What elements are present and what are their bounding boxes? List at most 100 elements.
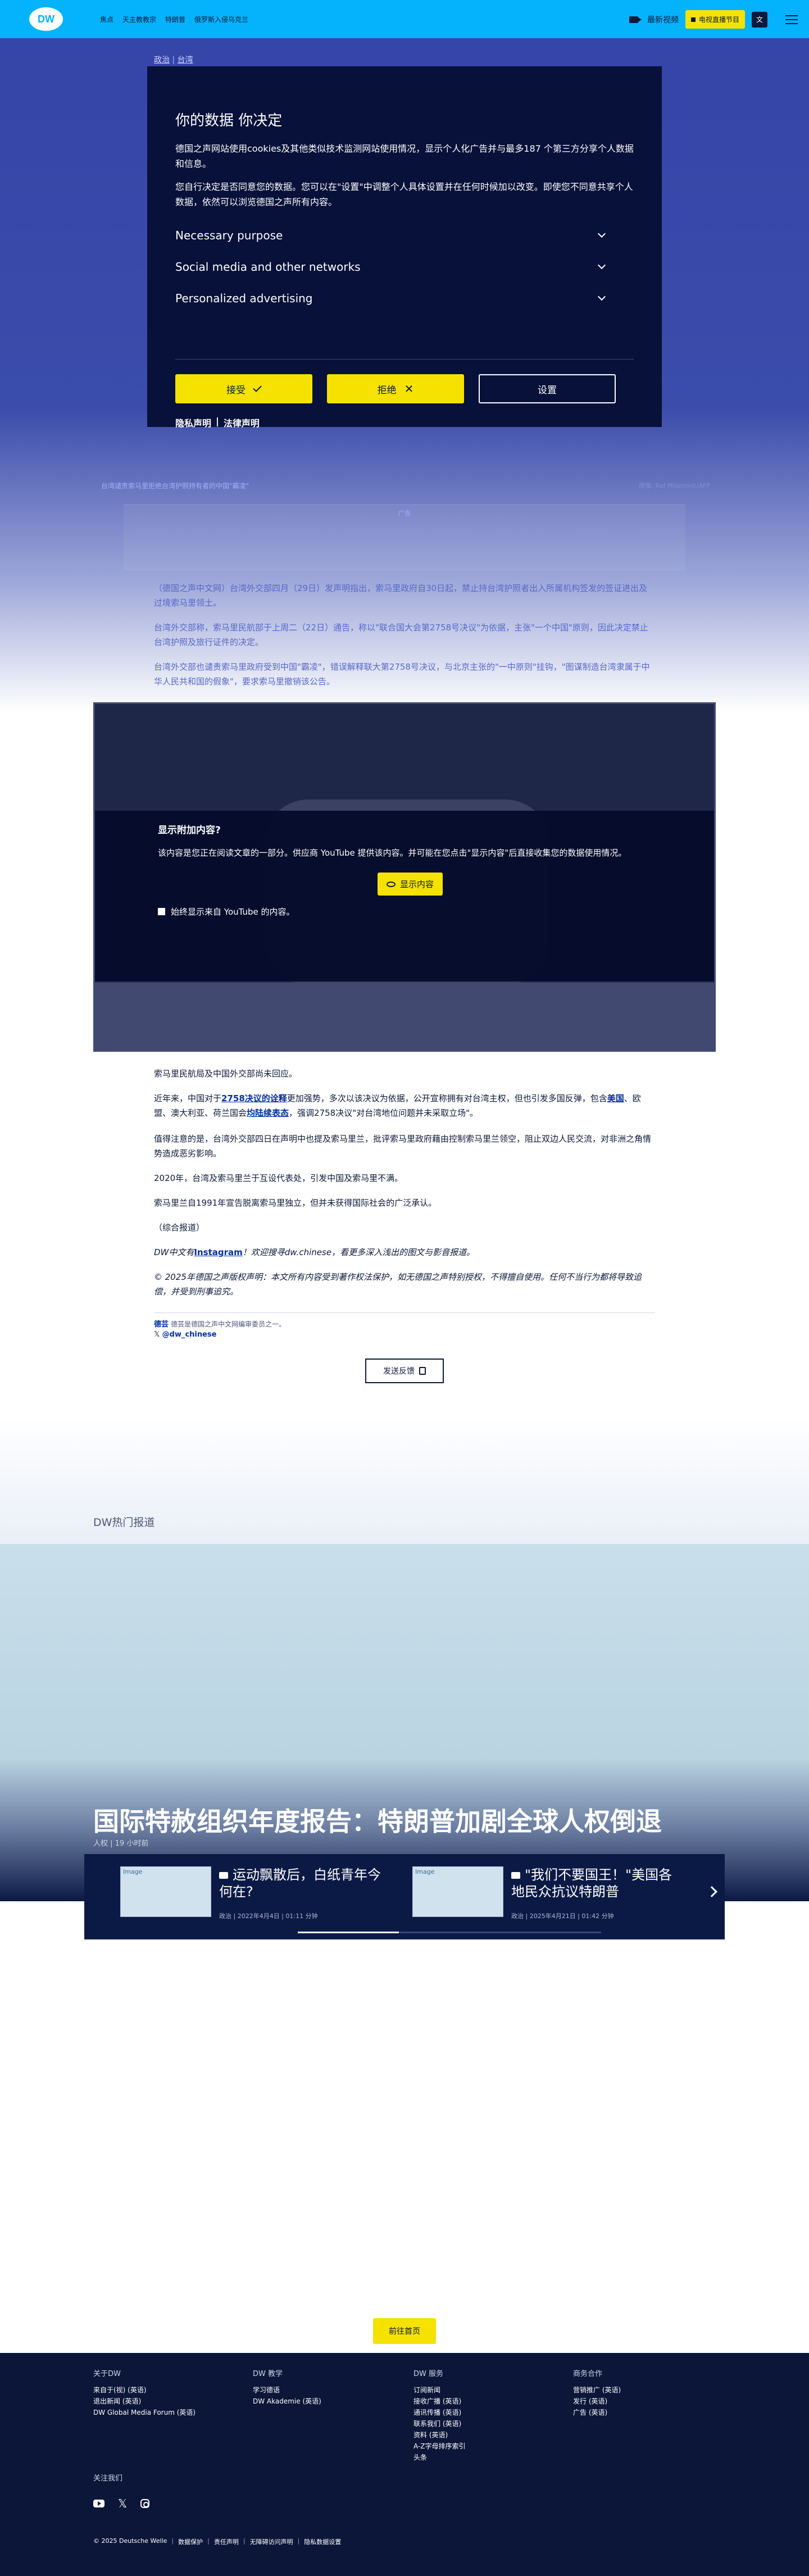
- breadcrumb-politics[interactable]: 政治: [154, 56, 170, 65]
- footer-col-title: DW 服务: [413, 2370, 443, 2378]
- consent-buttons: 接受 拒绝 ✕ 设置: [175, 374, 634, 403]
- notice-text: 该内容是您正在阅读文章的一部分。供应商 YouTube 提供该内容。并可能在您点…: [158, 848, 627, 858]
- copyright-notice: © 2025年德国之声版权声明：本文所有内容受到著作权法保护，如无德国之声特别授…: [154, 1272, 642, 1297]
- show-content-button[interactable]: 显示内容: [378, 873, 443, 896]
- footer-col-services: DW 服务 订阅新闻 接收广播 (英语) 通讯传播 (英语) 联系我们 (英语)…: [413, 2369, 466, 2463]
- footer-col-about: 关于DW 来自于(视) (英语) 退出新闻 (英语) DW Global Med…: [93, 2369, 196, 2418]
- always-show-label: 始终显示来自 YouTube 的内容。: [171, 907, 295, 917]
- nav-item-focus[interactable]: 焦点: [100, 15, 113, 24]
- footer-link[interactable]: 广告 (英语): [573, 2407, 621, 2418]
- footer-link[interactable]: DW Global Media Forum (英语): [93, 2407, 196, 2418]
- accordion-social[interactable]: Social media and other networks: [175, 251, 634, 283]
- hot-section-title: DW热门报道: [93, 1516, 155, 1529]
- video-camera-icon: [629, 16, 642, 23]
- card-meta: 政治 | 2022年4月4日 | 01:11 分钟: [219, 1912, 318, 1920]
- footer-legal-link[interactable]: 无障碍访问声明: [250, 2537, 293, 2546]
- follow-us-label: 关注我们: [93, 2474, 123, 2483]
- nav-item-trump[interactable]: 特朗普: [165, 15, 185, 24]
- nav-item-ukraine[interactable]: 俄罗斯入侵乌克兰: [194, 15, 248, 24]
- consent-links: 隐私声明 | 法律声明: [175, 416, 634, 429]
- go-home-button[interactable]: 前往首页: [373, 2318, 436, 2344]
- nav-item-pope[interactable]: 天主教教宗: [122, 15, 156, 24]
- x-icon[interactable]: 𝕏: [118, 2497, 127, 2510]
- card-title: "我们不要国王！"美国各地民众抗议特朗普: [511, 1867, 672, 1900]
- youtube-icon[interactable]: [93, 2500, 104, 2507]
- breadcrumb-taiwan[interactable]: 台湾: [178, 56, 193, 65]
- footer-link[interactable]: 通讯传播 (英语): [413, 2407, 466, 2418]
- settings-label: 设置: [538, 384, 557, 396]
- logo-text: DW: [38, 13, 54, 25]
- chevron-right-icon[interactable]: [706, 1886, 717, 1897]
- footer-link[interactable]: 来自于(视) (英语): [93, 2384, 196, 2396]
- copyright: © 2025 Deutsche Welle: [93, 2537, 167, 2545]
- send-feedback-button[interactable]: 发送反馈: [365, 1359, 444, 1383]
- social-links: 𝕏: [93, 2497, 150, 2510]
- footer-link[interactable]: 退出新闻 (英语): [93, 2396, 196, 2407]
- footer-link[interactable]: 订阅新闻: [413, 2384, 466, 2396]
- article-paragraph: （德国之声中文网）台湾外交部四月（29日）发声明指出，索马里政府自30日起，禁止…: [154, 583, 648, 608]
- dw-logo[interactable]: DW: [29, 7, 63, 31]
- footer-legal-link[interactable]: 责任声明: [214, 2537, 239, 2546]
- reject-label: 拒绝: [377, 384, 397, 396]
- carousel-card[interactable]: Image 运动飘散后，白纸青年今何在? 政治 | 2022年4月4日 | 01…: [120, 1866, 401, 1920]
- footer-col-learning: DW 教学 学习德语 DW Akademie (英语): [253, 2369, 321, 2407]
- close-icon: ✕: [404, 382, 414, 396]
- footer-link[interactable]: 发行 (英语): [573, 2396, 621, 2407]
- live-dot-icon: [690, 17, 696, 22]
- privacy-link[interactable]: 隐私声明: [175, 416, 211, 429]
- accept-button[interactable]: 接受: [175, 374, 312, 403]
- footer-legal: © 2025 Deutsche Welle | 数据保护 | 责任声明 | 无障碍访问…: [93, 2537, 342, 2546]
- checkbox-icon: [158, 908, 165, 915]
- card-thumbnail: Image: [120, 1866, 211, 1917]
- article-paragraph: DW中文有Instagram！欢迎搜寻dw.chinese，看更多深入浅出的图文…: [154, 1247, 475, 1257]
- footer-col-title: 关于DW: [93, 2370, 121, 2378]
- consent-text: 您自行决定是否同意您的数据。您可以在"设置"中调整个人具体设置并在任何时候加以改…: [175, 181, 633, 207]
- tv-live-button[interactable]: 电视直播节目: [685, 10, 745, 29]
- latest-video-link[interactable]: 最新视频: [647, 14, 679, 25]
- image-credit: 图像: Raf Milanovic/AFP: [639, 482, 710, 489]
- instagram-link[interactable]: Instagram: [194, 1247, 242, 1257]
- language-button[interactable]: 文: [752, 11, 767, 28]
- footer-legal-link[interactable]: 数据保护: [178, 2537, 203, 2546]
- footer-col-title: DW 教学: [253, 2370, 283, 2378]
- article-paragraph: （综合报道）: [154, 1223, 205, 1233]
- link-statements[interactable]: 均陆续表态: [247, 1108, 289, 1118]
- always-show-checkbox[interactable]: 始终显示来自 YouTube 的内容。: [158, 906, 651, 917]
- footer-legal-link[interactable]: 隐私数据设置: [304, 2537, 341, 2546]
- article-paragraph: 台湾外交部也谴责索马里政府受到中国"霸凌"，错误解释联大第2758号决议，与北京…: [154, 662, 650, 687]
- card-title: 运动飘散后，白纸青年今何在?: [219, 1867, 381, 1900]
- footer-link[interactable]: 学习德语: [253, 2384, 321, 2396]
- footer-link[interactable]: 联系我们 (英语): [413, 2418, 466, 2429]
- reject-button[interactable]: 拒绝 ✕: [327, 374, 464, 403]
- breadcrumb: 政治 | 台湾: [154, 56, 193, 65]
- legal-link[interactable]: 法律声明: [224, 416, 260, 429]
- blurred-video-bottom: [95, 983, 714, 1050]
- article-paragraph: 2020年，台湾及索马里兰于互设代表处，引发中国及索马里不满。: [154, 1173, 403, 1183]
- carousel-card[interactable]: Image "我们不要国王！"美国各地民众抗议特朗普 政治 | 2025年4月2…: [412, 1866, 693, 1920]
- ad-label: 广告: [398, 510, 411, 517]
- footer-link[interactable]: 资料 (英语): [413, 2429, 466, 2441]
- author-name[interactable]: 德芸: [154, 1320, 169, 1329]
- accordion-necessary[interactable]: Necessary purpose: [175, 220, 634, 251]
- footer-link[interactable]: A-Z字母排序索引: [413, 2441, 466, 2452]
- author-handle[interactable]: @dw_chinese: [162, 1330, 217, 1339]
- consent-text: 德国之声网站使用cookies及其他类似技术监测网站使用情况，显示个人化广告并与…: [175, 143, 634, 169]
- menu-icon[interactable]: [785, 15, 798, 24]
- footer-link[interactable]: 接收广播 (英语): [413, 2396, 466, 2407]
- author-box: 德芸 德芸是德国之声中文网编审委员之一。 𝕏 @dw_chinese: [154, 1319, 285, 1340]
- footer-link[interactable]: 营销推广 (英语): [573, 2384, 621, 2396]
- hero-headline[interactable]: 国际特赦组织年度报告：特朗普加剧全球人权倒退: [93, 1801, 662, 1838]
- instagram-icon[interactable]: [140, 2499, 150, 2508]
- link-2758[interactable]: 2758决议的诠释: [221, 1093, 287, 1103]
- footer-link[interactable]: 头条: [413, 2452, 466, 2463]
- divider: [154, 1312, 655, 1313]
- footer-link[interactable]: DW Akademie (英语): [253, 2396, 321, 2407]
- settings-button[interactable]: 设置: [479, 374, 616, 403]
- link-usa[interactable]: 美国: [607, 1093, 624, 1103]
- card-meta: 政治 | 2025年4月21日 | 01:42 分钟: [511, 1912, 614, 1920]
- author-desc: 德芸是德国之声中文网编审委员之一。: [171, 1320, 286, 1328]
- x-logo-icon: 𝕏: [154, 1330, 160, 1339]
- consent-dialog: 你的数据 你决定 德国之声网站使用cookies及其他类似技术监测网站使用情况，…: [147, 66, 662, 429]
- article-paragraph: 台湾外交部称，索马里民航部于上周二（22日）通告，称以"联合国大会第2758号决…: [154, 623, 648, 647]
- accordion-advertising[interactable]: Personalized advertising: [175, 283, 634, 314]
